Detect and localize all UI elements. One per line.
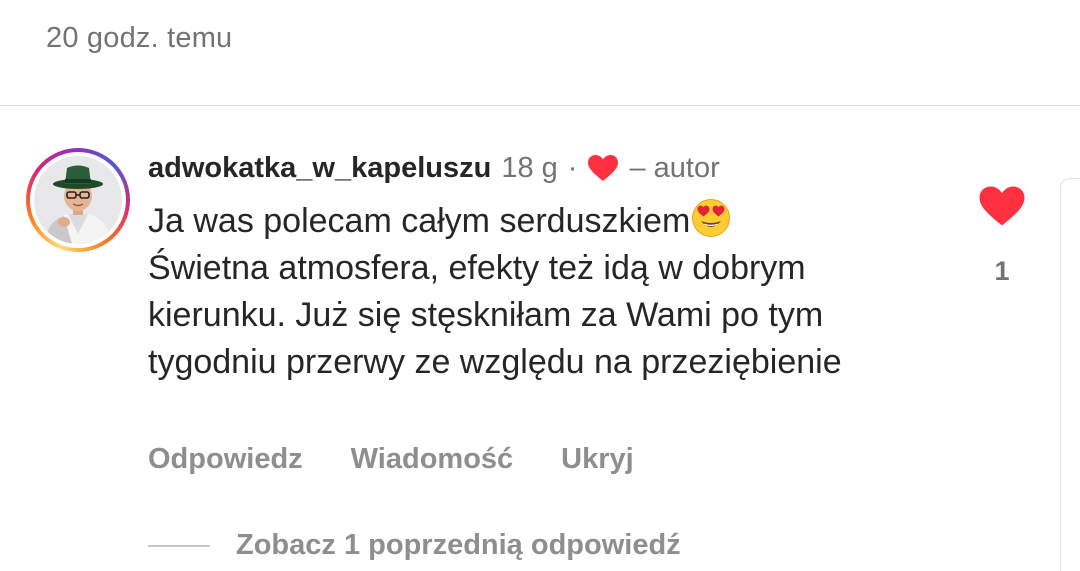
- avatar-photo: [34, 156, 122, 244]
- heart-eyes-emoji-icon: [691, 198, 731, 238]
- comment-text-rest: Świetna atmosfera, efekty też idą w dobr…: [148, 249, 842, 381]
- message-button[interactable]: Wiadomość: [351, 443, 514, 476]
- separator-dot: ·: [567, 151, 578, 184]
- comment-screen: 20 godz. temu adwokatka_w_kapeluszu 18 g…: [0, 0, 1080, 571]
- scrollbar[interactable]: [1060, 178, 1080, 571]
- author-label: – autor: [629, 151, 720, 184]
- avatar[interactable]: [26, 148, 130, 252]
- post-timestamp: 20 godz. temu: [46, 22, 233, 54]
- like-count[interactable]: 1: [978, 256, 1026, 287]
- comment-text: Ja was polecam całym serduszkiem Świetna…: [148, 198, 938, 386]
- comment-time: 18 g: [501, 151, 558, 184]
- like-heart-icon[interactable]: [978, 184, 1026, 228]
- comment-header: adwokatka_w_kapeluszu 18 g · – autor: [148, 150, 720, 186]
- hide-button[interactable]: Ukryj: [561, 443, 634, 476]
- replies-line: [148, 544, 210, 547]
- heart-icon: [587, 154, 619, 182]
- comment-actions: Odpowiedz Wiadomość Ukryj: [148, 443, 634, 476]
- divider: [0, 105, 1080, 106]
- comment-text-first: Ja was polecam całym serduszkiem: [148, 202, 691, 240]
- view-replies-button[interactable]: Zobacz 1 poprzednią odpowiedź: [236, 529, 681, 562]
- reply-button[interactable]: Odpowiedz: [148, 443, 303, 476]
- view-replies[interactable]: Zobacz 1 poprzednią odpowiedź: [148, 529, 681, 562]
- username[interactable]: adwokatka_w_kapeluszu: [148, 152, 491, 185]
